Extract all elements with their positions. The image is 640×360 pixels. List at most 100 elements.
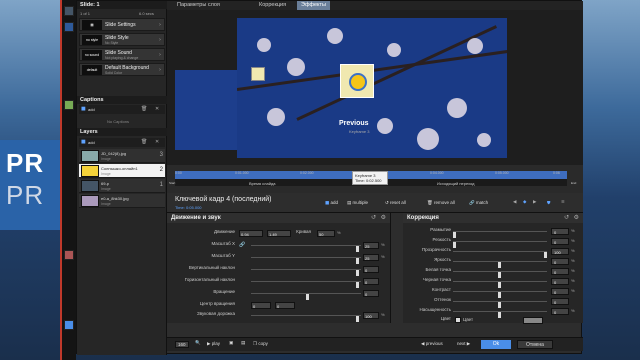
thumbnail[interactable] <box>64 22 74 32</box>
black-point-slider[interactable] <box>453 281 547 288</box>
sharpness-slider[interactable] <box>453 241 547 248</box>
scale-y-field[interactable]: 25 <box>363 254 379 261</box>
contrast-slider[interactable] <box>453 291 547 298</box>
sharpness-field[interactable]: 0 <box>551 238 569 245</box>
vertical-tilt-field[interactable]: 0 <box>363 266 379 273</box>
slider-knob[interactable] <box>356 270 359 276</box>
slider-knob[interactable] <box>356 316 359 322</box>
reset-all-button[interactable]: ↺ reset all <box>385 200 406 206</box>
layer-item[interactable]: e0-a_8hk30.jpg Image <box>79 194 165 208</box>
color-swatch[interactable] <box>523 317 543 324</box>
opacity-field[interactable]: 100 <box>551 248 569 255</box>
slider-knob[interactable] <box>356 282 359 288</box>
ok-button[interactable]: Ok <box>481 340 511 349</box>
prev-keyframe-icon[interactable]: ◀ <box>513 200 516 205</box>
multiple-button[interactable]: ▤ multiple <box>347 200 368 206</box>
play-button[interactable]: ▶ play <box>207 341 220 347</box>
brightness-field[interactable]: 0 <box>551 258 569 265</box>
reset-icon[interactable]: ↺ <box>564 214 569 221</box>
delete-caption-icon[interactable]: 🗑 <box>141 106 147 112</box>
color-checkbox-label: Цвет <box>463 317 474 322</box>
slider-knob[interactable] <box>356 246 359 252</box>
layer-item[interactable]: 69-p Image 1 <box>79 179 165 193</box>
copy-button[interactable]: ❐ copy <box>253 341 268 347</box>
keyframe-marker-icon[interactable]: ◆ <box>523 200 526 205</box>
tab-layer-settings[interactable]: Параметры слоя <box>173 1 224 10</box>
pan-x-field[interactable]: 0.94 <box>239 230 263 237</box>
horizontal-tilt-field[interactable]: 0 <box>363 278 379 285</box>
background-text-2: PR <box>6 180 45 210</box>
gear-icon[interactable]: ⚙ <box>574 214 579 221</box>
center-y-field[interactable]: 0 <box>275 302 295 309</box>
add-caption-icon[interactable]: ■ <box>81 106 86 112</box>
cancel-button[interactable]: Отмена <box>517 340 553 349</box>
layer-tools-icon[interactable]: ✕ <box>155 139 159 145</box>
fullscreen-icon[interactable]: ▣ <box>229 341 233 346</box>
match-button[interactable]: 🔗 match <box>469 200 488 206</box>
rotation-field[interactable]: 0 <box>363 290 379 297</box>
sharpness-row: Резкость 0% <box>403 237 583 248</box>
white-point-field[interactable]: 0 <box>551 268 569 275</box>
rotation-slider[interactable] <box>251 293 361 300</box>
opacity-slider[interactable] <box>453 251 547 258</box>
hue-field[interactable]: 0 <box>551 298 569 305</box>
slide-sound-row[interactable]: no sound Slide Sound Not playing & chang… <box>79 48 165 61</box>
color-checkbox[interactable] <box>455 317 461 323</box>
slider-knob[interactable] <box>356 258 359 264</box>
contrast-field[interactable]: 0 <box>551 288 569 295</box>
thumbnail[interactable] <box>64 100 74 110</box>
scale-x-slider[interactable] <box>251 245 361 252</box>
chevron-right-icon: › <box>159 52 161 58</box>
button-label: match <box>475 200 489 205</box>
add-layer-icon[interactable]: ■ <box>81 139 86 145</box>
add-layer-button[interactable]: add <box>88 140 95 145</box>
saturation-slider[interactable] <box>453 311 547 318</box>
scale-x-field[interactable]: 25 <box>363 242 379 249</box>
add-caption-button[interactable]: add <box>88 107 95 112</box>
next-button[interactable]: next ▶ <box>457 341 470 347</box>
menu-icon[interactable]: ≡ <box>561 200 565 205</box>
curve-field[interactable]: 50 <box>317 230 335 237</box>
sun-layer-selected[interactable] <box>340 64 374 98</box>
black-point-field[interactable]: 0 <box>551 278 569 285</box>
layer-item[interactable]: JD_042(8).jpg Image 3 <box>79 149 165 163</box>
remove-all-button[interactable]: 🗑 remove all <box>427 200 455 206</box>
thumbnail[interactable] <box>64 320 74 330</box>
row-label: Насыщенность <box>419 307 451 312</box>
hue-slider[interactable] <box>453 301 547 308</box>
layer-item-selected[interactable]: Солнышко-онлайн1 Image 2 <box>79 164 165 178</box>
page-number-field[interactable]: 160 <box>175 341 189 348</box>
add-keyframe-button[interactable]: ■ add <box>325 200 338 206</box>
white-point-slider[interactable] <box>453 271 547 278</box>
brightness-slider[interactable] <box>453 261 547 268</box>
tab-effects[interactable]: Эффекты <box>297 1 331 10</box>
center-x-field[interactable]: 0 <box>251 302 271 309</box>
captions-header: Captions <box>77 96 167 104</box>
slider-knob[interactable] <box>306 294 309 300</box>
previous-button[interactable]: ◀ previous <box>421 341 443 347</box>
search-icon[interactable]: 🔍 <box>195 341 201 346</box>
blur-field[interactable]: 0 <box>551 228 569 235</box>
caption-tools-icon[interactable]: ✕ <box>155 106 159 112</box>
thumbnail[interactable] <box>64 6 74 16</box>
blur-slider[interactable] <box>453 231 547 238</box>
tab-correction[interactable]: Коррекция <box>255 1 290 10</box>
slide-style-row[interactable]: no style Slide Style No Style › <box>79 33 165 46</box>
reset-icon: ↺ <box>385 201 389 206</box>
vertical-tilt-slider[interactable] <box>251 269 361 276</box>
export-icon[interactable]: ▤ <box>241 341 245 346</box>
shield-icon[interactable]: ⛊ <box>547 200 550 206</box>
default-background-row[interactable]: default Default Background Solid Color › <box>79 63 165 76</box>
volume-slider[interactable] <box>251 315 361 322</box>
scale-y-slider[interactable] <box>251 257 361 264</box>
saturation-field[interactable]: 0 <box>551 308 569 315</box>
volume-field[interactable]: 100 <box>363 312 379 319</box>
link-icon[interactable]: 🔗 <box>239 242 245 248</box>
horizontal-tilt-slider[interactable] <box>251 281 361 288</box>
delete-layer-icon[interactable]: 🗑 <box>141 139 147 145</box>
gear-icon[interactable]: ⚙ <box>381 214 386 221</box>
slide-settings-row[interactable]: ▦ Slide Settings › <box>79 18 165 31</box>
next-keyframe-icon[interactable]: ▶ <box>533 200 536 205</box>
thumbnail[interactable] <box>64 250 74 260</box>
reset-icon[interactable]: ↺ <box>371 214 376 221</box>
